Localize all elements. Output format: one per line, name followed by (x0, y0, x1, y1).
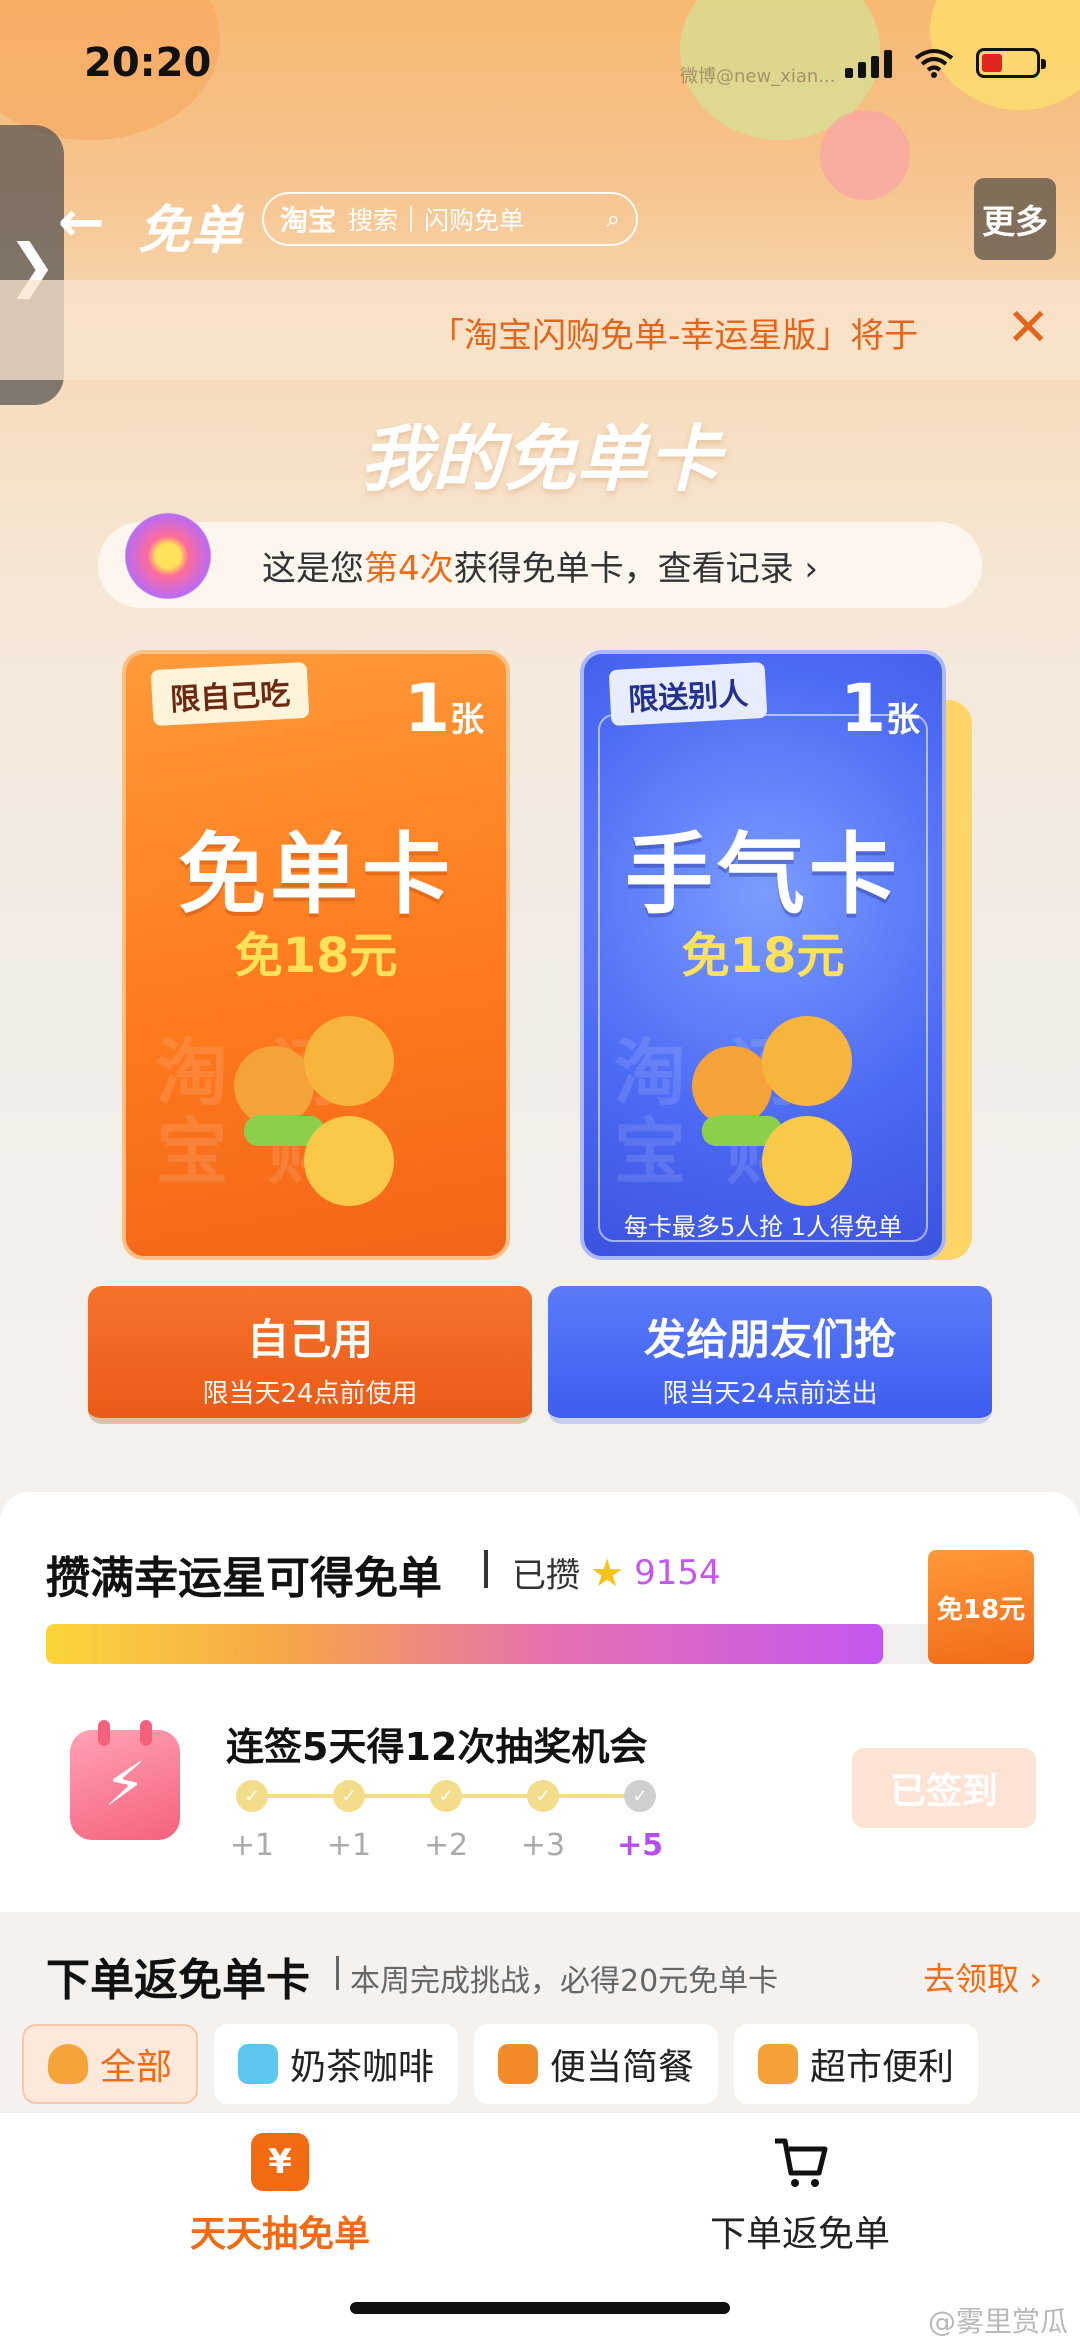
card-value: 免18元 (681, 928, 845, 984)
collected-stars: 已攒 ★ 9154 (512, 1548, 721, 1597)
signal-icon (845, 48, 892, 78)
checkin-title: 连签5天得12次抽奖机会 (226, 1725, 648, 1769)
skewer-illustration (672, 1006, 862, 1216)
back-button[interactable]: ← (58, 190, 105, 255)
home-indicator[interactable] (350, 2302, 730, 2314)
collected-value: 9154 (634, 1552, 721, 1593)
battery-icon (976, 48, 1046, 78)
search-brand: 淘宝 (280, 204, 337, 237)
card-name: 免单卡 (177, 823, 454, 926)
checkin-reward: +1 (229, 1828, 275, 1863)
checkin-dot: ✓ (624, 1780, 656, 1812)
section-heading: 我的免单卡 (359, 417, 720, 501)
search-divider (410, 206, 413, 232)
record-prefix: 这是您 (261, 548, 364, 589)
lucky-progress-bar (46, 1624, 946, 1664)
card-name: 手气卡 (624, 823, 901, 926)
chip-meals[interactable]: 便当简餐 (474, 2024, 719, 2104)
card-count: 1张 (840, 670, 920, 747)
wifi-icon (914, 49, 954, 78)
tab-label: 天天抽免单 (189, 2214, 370, 2255)
close-icon[interactable]: ✕ (1006, 298, 1050, 358)
reward-card-icon[interactable]: 免18元 (928, 1550, 1034, 1664)
status-icons (845, 48, 1046, 78)
claim-link[interactable]: 去领取 › (923, 1954, 1042, 2000)
bowl-icon (48, 2044, 88, 2084)
progress-fill (46, 1624, 883, 1664)
divider (336, 1956, 339, 1990)
record-count: 第4次 (363, 548, 454, 589)
free-order-card[interactable]: 限自己吃 1张 免单卡 免18元 淘闪 宝购 (122, 650, 510, 1260)
button-label: 发给朋友们抢 (643, 1315, 896, 1364)
calendar-icon: ⚡ (70, 1720, 180, 1840)
star-wand-icon (120, 508, 216, 604)
button-label: 自己用 (246, 1315, 373, 1364)
drink-icon (238, 2044, 279, 2084)
checkin-dot: ✓ (236, 1780, 268, 1812)
record-link[interactable]: 这是您 第4次 获得免单卡，查看记录 › (98, 522, 982, 608)
chip-label: 便当简餐 (550, 2047, 695, 2088)
return-subtitle: 本周完成挑战，必得20元免单卡 (350, 1964, 779, 1999)
checkin-dot: ✓ (527, 1780, 559, 1812)
page-title: 免单 (138, 201, 243, 261)
card-note: 每卡最多5人抢 1人得免单 (623, 1213, 903, 1241)
chip-label: 超市便利 (810, 2047, 955, 2088)
send-friends-button[interactable]: 发给朋友们抢 限当天24点前送出 (548, 1286, 992, 1424)
cart-icon (771, 2133, 829, 2191)
watermark: 微博@new_xian... (680, 66, 836, 87)
tab-order-return[interactable]: 下单返免单 (650, 2133, 950, 2257)
checkin-dot: ✓ (430, 1780, 462, 1812)
card-tag: 限自己吃 (150, 661, 310, 727)
yen-icon: ¥ (251, 2133, 309, 2191)
tab-label: 下单返免单 (709, 2214, 890, 2255)
star-icon: ★ (590, 1550, 625, 1595)
status-time: 20:20 (84, 40, 212, 86)
watermark: @雾里赏瓜 (927, 2305, 1068, 2338)
collected-label: 已攒 (512, 1556, 580, 1596)
search-bar[interactable]: 淘宝 搜索 闪购免单 ⌕ (262, 192, 638, 246)
checkin-reward: +1 (326, 1828, 372, 1863)
chip-all[interactable]: 全部 (22, 2024, 199, 2104)
chip-label: 全部 (100, 2047, 173, 2088)
use-self-button[interactable]: 自己用 限当天24点前使用 (88, 1286, 532, 1424)
signed-in-button[interactable]: 已签到 (852, 1748, 1036, 1828)
search-icon: ⌕ (606, 205, 620, 233)
return-title: 下单返免单卡 (46, 1955, 310, 2006)
bento-icon (498, 2044, 539, 2084)
more-button[interactable]: 更多 (974, 178, 1056, 260)
chip-tea-coffee[interactable]: 奶茶咖啡 (214, 2024, 459, 2104)
store-icon (758, 2044, 799, 2084)
checkin-reward: +2 (423, 1828, 469, 1863)
category-chips: 全部 奶茶咖啡 便当简餐 超市便利 (22, 2024, 979, 2104)
card-tag: 限送别人 (608, 661, 768, 727)
notice-text: 「淘宝闪购免单-幸运星版」将于 (430, 316, 919, 356)
record-suffix: 获得免单卡，查看记录 › (453, 548, 819, 589)
card-value: 免18元 (234, 928, 398, 984)
checkin-dot: ✓ (333, 1780, 365, 1812)
skewer-illustration (214, 1006, 404, 1216)
checkin-reward: +5 (616, 1828, 663, 1863)
button-sublabel: 限当天24点前使用 (202, 1379, 418, 1409)
checkin-reward: +3 (520, 1828, 566, 1863)
button-sublabel: 限当天24点前送出 (662, 1379, 878, 1409)
chip-label: 奶茶咖啡 (290, 2047, 435, 2088)
chip-supermarket[interactable]: 超市便利 (734, 2024, 979, 2104)
notice-bar: 「淘宝闪购免单-幸运星版」将于 ✕ (0, 280, 1080, 380)
divider (484, 1550, 488, 1588)
lucky-share-card[interactable]: 限送别人 1张 手气卡 免18元 淘闪 宝购 每卡最多5人抢 1人得免单 (580, 650, 946, 1260)
card-count: 1张 (404, 670, 484, 747)
search-label: 搜索 (348, 206, 399, 235)
search-placeholder: 闪购免单 (424, 206, 525, 235)
tab-daily-draw[interactable]: ¥ 天天抽免单 (130, 2133, 430, 2257)
status-bar: 20:20 微博@new_xian... (0, 0, 1080, 130)
lucky-title: 攒满幸运星可得免单 (46, 1553, 442, 1604)
